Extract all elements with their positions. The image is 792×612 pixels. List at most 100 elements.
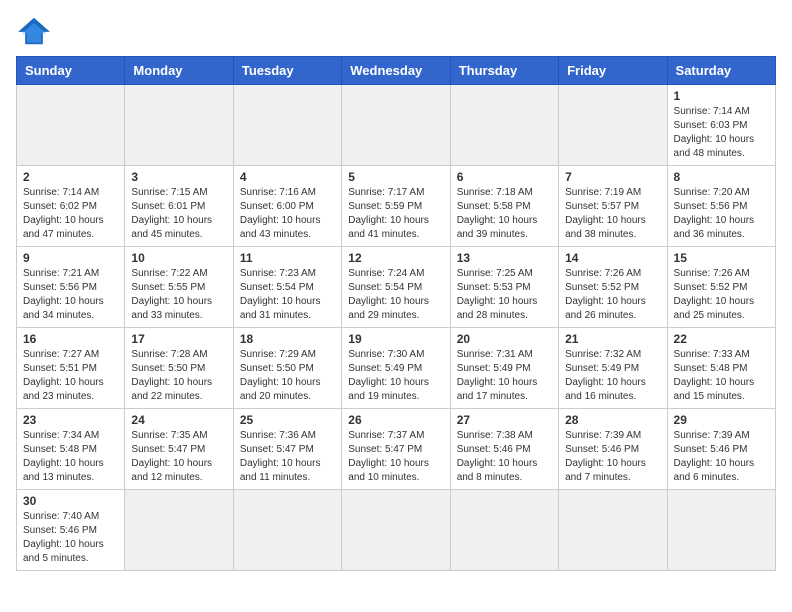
day-number: 26 <box>348 413 443 427</box>
day-info: Sunrise: 7:27 AM Sunset: 5:51 PM Dayligh… <box>23 348 118 404</box>
day-info: Sunrise: 7:14 AM Sunset: 6:02 PM Dayligh… <box>23 186 118 242</box>
calendar-week-row: 30 Sunrise: 7:40 AM Sunset: 5:46 PM Dayli… <box>17 490 776 571</box>
weekday-header-row: SundayMondayTuesdayWednesdayThursdayFrid… <box>17 57 776 85</box>
calendar-day-cell: 19 Sunrise: 7:30 AM Sunset: 5:49 PM Dayli… <box>342 328 450 409</box>
calendar-day-cell: 5 Sunrise: 7:17 AM Sunset: 5:59 PM Daylig… <box>342 166 450 247</box>
calendar-day-cell <box>450 85 558 166</box>
day-number: 29 <box>674 413 769 427</box>
day-number: 13 <box>457 251 552 265</box>
calendar-day-cell <box>559 490 667 571</box>
calendar-day-cell: 25 Sunrise: 7:36 AM Sunset: 5:47 PM Dayli… <box>233 409 341 490</box>
day-number: 12 <box>348 251 443 265</box>
day-info: Sunrise: 7:29 AM Sunset: 5:50 PM Dayligh… <box>240 348 335 404</box>
calendar-day-cell: 27Sunrise: 7:38 AM Sunset: 5:46 PM Dayli… <box>450 409 558 490</box>
calendar-day-cell: 7Sunrise: 7:19 AM Sunset: 5:57 PM Daylig… <box>559 166 667 247</box>
day-number: 24 <box>131 413 226 427</box>
day-number: 4 <box>240 170 335 184</box>
day-number: 3 <box>131 170 226 184</box>
day-number: 30 <box>23 494 118 508</box>
calendar-day-cell: 8Sunrise: 7:20 AM Sunset: 5:56 PM Daylig… <box>667 166 775 247</box>
calendar-day-cell <box>342 85 450 166</box>
calendar-day-cell: 21Sunrise: 7:32 AM Sunset: 5:49 PM Dayli… <box>559 328 667 409</box>
weekday-header: Monday <box>125 57 233 85</box>
weekday-header: Friday <box>559 57 667 85</box>
calendar-day-cell: 30 Sunrise: 7:40 AM Sunset: 5:46 PM Dayli… <box>17 490 125 571</box>
calendar-day-cell: 23Sunrise: 7:34 AM Sunset: 5:48 PM Dayli… <box>17 409 125 490</box>
day-info: Sunrise: 7:31 AM Sunset: 5:49 PM Dayligh… <box>457 348 552 404</box>
day-number: 17 <box>131 332 226 346</box>
day-info: Sunrise: 7:15 AM Sunset: 6:01 PM Dayligh… <box>131 186 226 242</box>
calendar-day-cell: 17 Sunrise: 7:28 AM Sunset: 5:50 PM Dayli… <box>125 328 233 409</box>
weekday-header: Tuesday <box>233 57 341 85</box>
day-info: Sunrise: 7:26 AM Sunset: 5:52 PM Dayligh… <box>674 267 769 323</box>
calendar-day-cell: 9Sunrise: 7:21 AM Sunset: 5:56 PM Daylig… <box>17 247 125 328</box>
calendar-week-row: 23Sunrise: 7:34 AM Sunset: 5:48 PM Dayli… <box>17 409 776 490</box>
day-number: 15 <box>674 251 769 265</box>
day-info: Sunrise: 7:30 AM Sunset: 5:49 PM Dayligh… <box>348 348 443 404</box>
calendar-week-row: 16 Sunrise: 7:27 AM Sunset: 5:51 PM Dayli… <box>17 328 776 409</box>
calendar-day-cell: 1 Sunrise: 7:14 AM Sunset: 6:03 PM Daylig… <box>667 85 775 166</box>
calendar-day-cell: 28Sunrise: 7:39 AM Sunset: 5:46 PM Dayli… <box>559 409 667 490</box>
calendar-day-cell: 16 Sunrise: 7:27 AM Sunset: 5:51 PM Dayli… <box>17 328 125 409</box>
calendar-day-cell: 4 Sunrise: 7:16 AM Sunset: 6:00 PM Daylig… <box>233 166 341 247</box>
weekday-header: Thursday <box>450 57 558 85</box>
calendar-day-cell: 29 Sunrise: 7:39 AM Sunset: 5:46 PM Dayli… <box>667 409 775 490</box>
day-number: 23 <box>23 413 118 427</box>
calendar-week-row: 9Sunrise: 7:21 AM Sunset: 5:56 PM Daylig… <box>17 247 776 328</box>
calendar-table: SundayMondayTuesdayWednesdayThursdayFrid… <box>16 56 776 571</box>
calendar-day-cell: 2Sunrise: 7:14 AM Sunset: 6:02 PM Daylig… <box>17 166 125 247</box>
calendar-day-cell: 6Sunrise: 7:18 AM Sunset: 5:58 PM Daylig… <box>450 166 558 247</box>
calendar-day-cell: 11Sunrise: 7:23 AM Sunset: 5:54 PM Dayli… <box>233 247 341 328</box>
day-info: Sunrise: 7:18 AM Sunset: 5:58 PM Dayligh… <box>457 186 552 242</box>
day-info: Sunrise: 7:16 AM Sunset: 6:00 PM Dayligh… <box>240 186 335 242</box>
calendar-week-row: 1 Sunrise: 7:14 AM Sunset: 6:03 PM Daylig… <box>17 85 776 166</box>
day-info: Sunrise: 7:28 AM Sunset: 5:50 PM Dayligh… <box>131 348 226 404</box>
day-number: 8 <box>674 170 769 184</box>
day-number: 16 <box>23 332 118 346</box>
day-number: 25 <box>240 413 335 427</box>
calendar-day-cell: 13 Sunrise: 7:25 AM Sunset: 5:53 PM Dayli… <box>450 247 558 328</box>
day-info: Sunrise: 7:17 AM Sunset: 5:59 PM Dayligh… <box>348 186 443 242</box>
day-number: 21 <box>565 332 660 346</box>
day-info: Sunrise: 7:22 AM Sunset: 5:55 PM Dayligh… <box>131 267 226 323</box>
weekday-header: Wednesday <box>342 57 450 85</box>
calendar-day-cell: 10Sunrise: 7:22 AM Sunset: 5:55 PM Dayli… <box>125 247 233 328</box>
day-info: Sunrise: 7:40 AM Sunset: 5:46 PM Dayligh… <box>23 510 118 566</box>
day-number: 11 <box>240 251 335 265</box>
day-info: Sunrise: 7:33 AM Sunset: 5:48 PM Dayligh… <box>674 348 769 404</box>
calendar-day-cell: 20Sunrise: 7:31 AM Sunset: 5:49 PM Dayli… <box>450 328 558 409</box>
calendar-day-cell <box>233 490 341 571</box>
calendar-day-cell <box>342 490 450 571</box>
day-number: 14 <box>565 251 660 265</box>
calendar-day-cell <box>125 490 233 571</box>
logo <box>16 16 56 46</box>
calendar-day-cell: 18 Sunrise: 7:29 AM Sunset: 5:50 PM Dayli… <box>233 328 341 409</box>
day-info: Sunrise: 7:26 AM Sunset: 5:52 PM Dayligh… <box>565 267 660 323</box>
logo-icon <box>16 16 52 46</box>
calendar-day-cell <box>667 490 775 571</box>
day-info: Sunrise: 7:39 AM Sunset: 5:46 PM Dayligh… <box>565 429 660 485</box>
day-number: 18 <box>240 332 335 346</box>
weekday-header: Sunday <box>17 57 125 85</box>
day-number: 22 <box>674 332 769 346</box>
day-number: 7 <box>565 170 660 184</box>
calendar-day-cell <box>559 85 667 166</box>
day-info: Sunrise: 7:35 AM Sunset: 5:47 PM Dayligh… <box>131 429 226 485</box>
calendar-day-cell: 3 Sunrise: 7:15 AM Sunset: 6:01 PM Daylig… <box>125 166 233 247</box>
day-info: Sunrise: 7:36 AM Sunset: 5:47 PM Dayligh… <box>240 429 335 485</box>
calendar-day-cell <box>233 85 341 166</box>
day-info: Sunrise: 7:24 AM Sunset: 5:54 PM Dayligh… <box>348 267 443 323</box>
weekday-header: Saturday <box>667 57 775 85</box>
calendar-day-cell: 26Sunrise: 7:37 AM Sunset: 5:47 PM Dayli… <box>342 409 450 490</box>
calendar-day-cell <box>17 85 125 166</box>
calendar-day-cell: 22 Sunrise: 7:33 AM Sunset: 5:48 PM Dayli… <box>667 328 775 409</box>
day-info: Sunrise: 7:39 AM Sunset: 5:46 PM Dayligh… <box>674 429 769 485</box>
day-info: Sunrise: 7:14 AM Sunset: 6:03 PM Dayligh… <box>674 105 769 161</box>
calendar-week-row: 2Sunrise: 7:14 AM Sunset: 6:02 PM Daylig… <box>17 166 776 247</box>
day-number: 1 <box>674 89 769 103</box>
page-header <box>16 16 776 46</box>
day-number: 5 <box>348 170 443 184</box>
day-info: Sunrise: 7:25 AM Sunset: 5:53 PM Dayligh… <box>457 267 552 323</box>
calendar-day-cell: 15 Sunrise: 7:26 AM Sunset: 5:52 PM Dayli… <box>667 247 775 328</box>
day-number: 19 <box>348 332 443 346</box>
